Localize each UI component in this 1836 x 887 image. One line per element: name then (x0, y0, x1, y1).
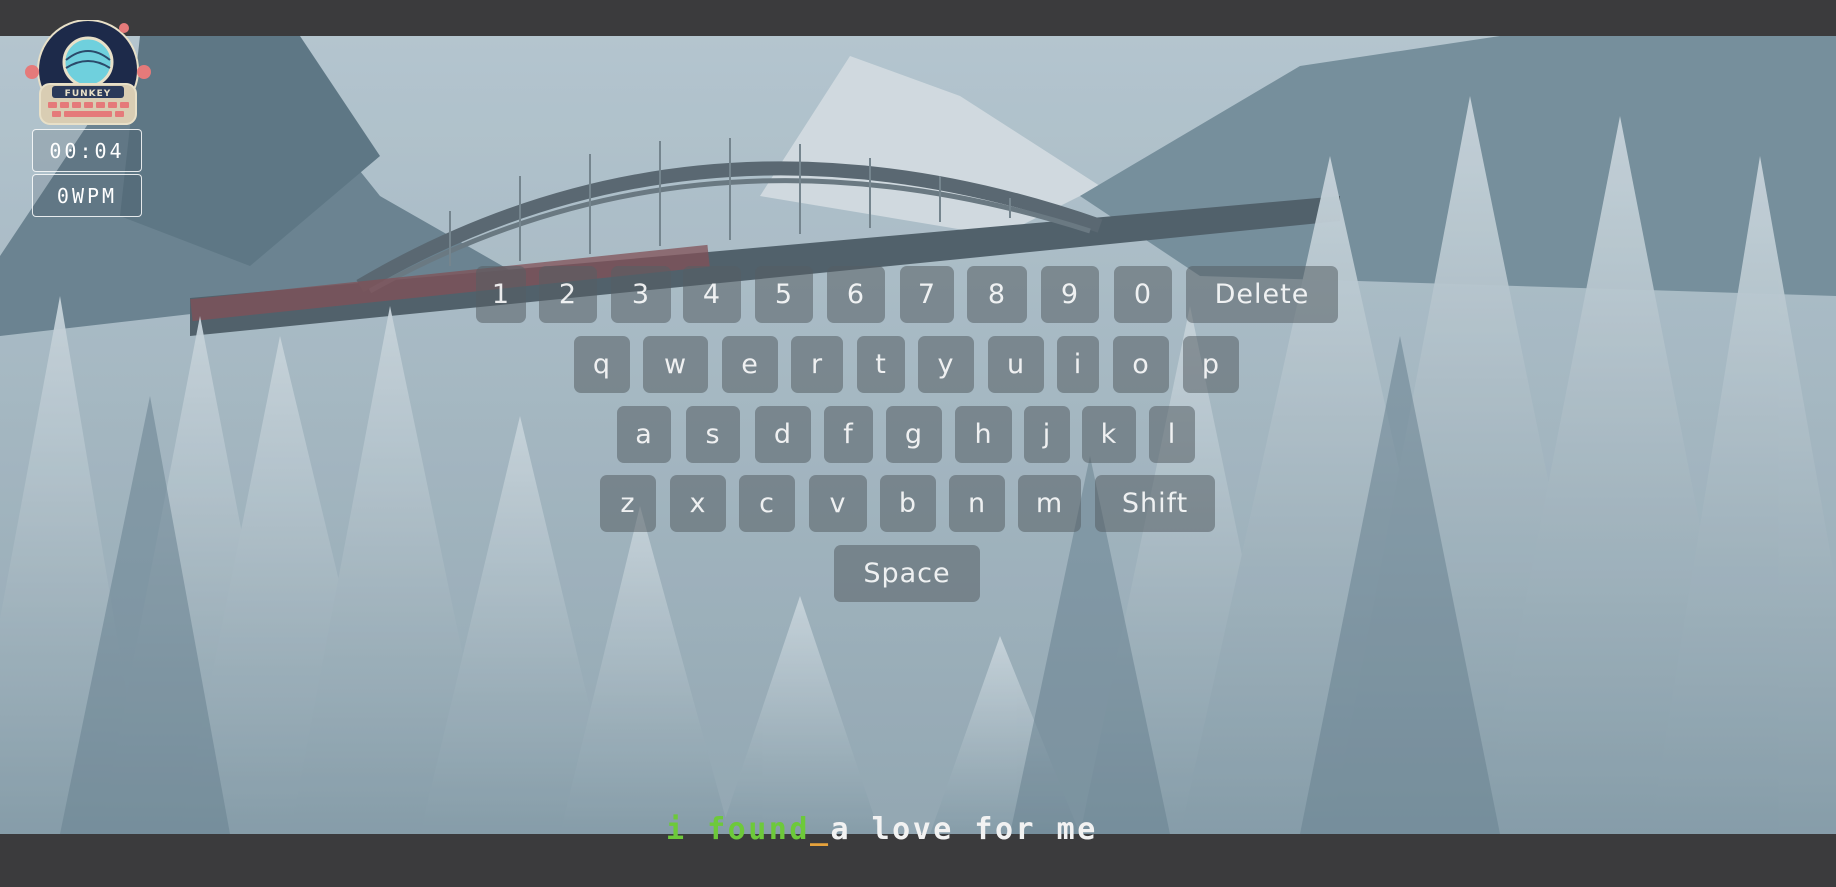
key-v[interactable]: v (809, 475, 867, 532)
key-w[interactable]: w (643, 336, 708, 393)
svg-text:FUNKEY: FUNKEY (65, 89, 112, 99)
timer-display: 00:04 (32, 129, 142, 172)
funkey-logo: FUNKEY (25, 20, 151, 125)
key-n[interactable]: n (949, 475, 1005, 532)
key-q[interactable]: q (574, 336, 630, 393)
key-x[interactable]: x (670, 475, 726, 532)
remaining-text: a love for me (830, 812, 1098, 847)
key-z[interactable]: z (600, 475, 656, 532)
key-3[interactable]: 3 (611, 266, 671, 323)
key-m[interactable]: m (1018, 475, 1081, 532)
key-e[interactable]: e (722, 336, 778, 393)
typed-text: i found (666, 812, 810, 847)
key-g[interactable]: g (886, 406, 942, 463)
key-k[interactable]: k (1082, 406, 1136, 463)
wpm-display: 0WPM (32, 174, 142, 217)
key-2[interactable]: 2 (539, 266, 597, 323)
typing-app: FUNKEY 00:04 0WPM 1 2 3 4 5 6 7 8 9 0 De… (0, 0, 1836, 887)
key-h[interactable]: h (955, 406, 1012, 463)
key-p[interactable]: p (1183, 336, 1239, 393)
key-0[interactable]: 0 (1114, 266, 1172, 323)
delete-key[interactable]: Delete (1186, 266, 1338, 323)
key-c[interactable]: c (739, 475, 795, 532)
key-4[interactable]: 4 (683, 266, 741, 323)
typing-prompt: i found_a love for me (666, 812, 1098, 847)
shift-key[interactable]: Shift (1095, 475, 1215, 532)
key-1[interactable]: 1 (476, 266, 526, 323)
key-o[interactable]: o (1113, 336, 1169, 393)
key-f[interactable]: f (824, 406, 873, 463)
key-6[interactable]: 6 (827, 266, 885, 323)
key-t[interactable]: t (857, 336, 905, 393)
key-i[interactable]: i (1057, 336, 1099, 393)
key-9[interactable]: 9 (1041, 266, 1099, 323)
key-a[interactable]: a (617, 406, 671, 463)
key-r[interactable]: r (791, 336, 843, 393)
key-7[interactable]: 7 (900, 266, 954, 323)
key-l[interactable]: l (1149, 406, 1195, 463)
key-u[interactable]: u (988, 336, 1044, 393)
key-8[interactable]: 8 (967, 266, 1027, 323)
key-d[interactable]: d (755, 406, 811, 463)
key-s[interactable]: s (686, 406, 740, 463)
key-j[interactable]: j (1024, 406, 1070, 463)
space-key[interactable]: Space (834, 545, 980, 602)
key-b[interactable]: b (880, 475, 936, 532)
text-cursor: _ (809, 812, 831, 847)
key-5[interactable]: 5 (755, 266, 813, 323)
key-y[interactable]: y (918, 336, 974, 393)
